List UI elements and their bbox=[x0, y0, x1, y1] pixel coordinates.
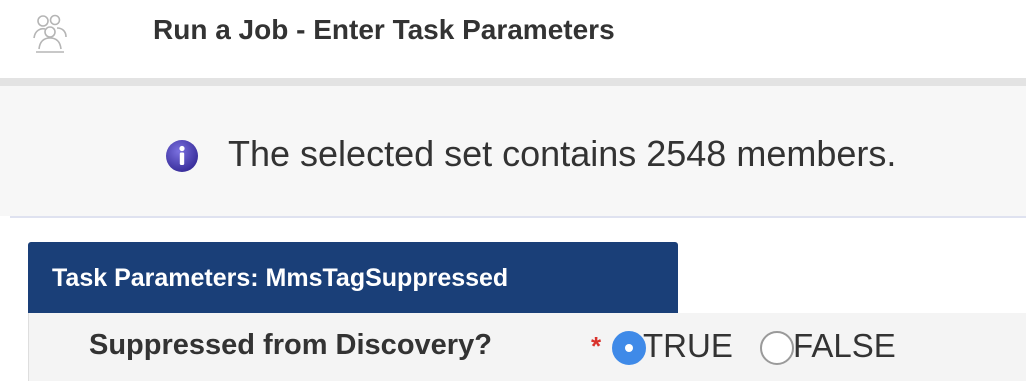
section-divider bbox=[10, 216, 1026, 218]
task-parameters-panel: Suppressed from Discovery? * TRUE FALSE bbox=[28, 313, 1026, 381]
info-message-panel: The selected set contains 2548 members. bbox=[0, 86, 1026, 216]
info-icon bbox=[165, 139, 199, 173]
radio-false-label[interactable]: FALSE bbox=[793, 327, 896, 365]
users-group-icon bbox=[30, 12, 70, 56]
radio-true[interactable] bbox=[612, 331, 646, 365]
suppressed-from-discovery-label: Suppressed from Discovery? bbox=[89, 329, 492, 361]
header-divider bbox=[0, 78, 1026, 86]
radio-true-label[interactable]: TRUE bbox=[643, 327, 733, 365]
page-title: Run a Job - Enter Task Parameters bbox=[153, 14, 615, 45]
page-header: Run a Job - Enter Task Parameters bbox=[0, 0, 1026, 78]
radio-false[interactable] bbox=[760, 331, 794, 365]
tab-task-parameters-label: Task Parameters: MmsTagSuppressed bbox=[52, 264, 509, 292]
required-indicator: * bbox=[591, 331, 602, 361]
info-message: The selected set contains 2548 members. bbox=[228, 133, 897, 174]
tab-task-parameters[interactable]: Task Parameters: MmsTagSuppressed bbox=[28, 242, 678, 313]
